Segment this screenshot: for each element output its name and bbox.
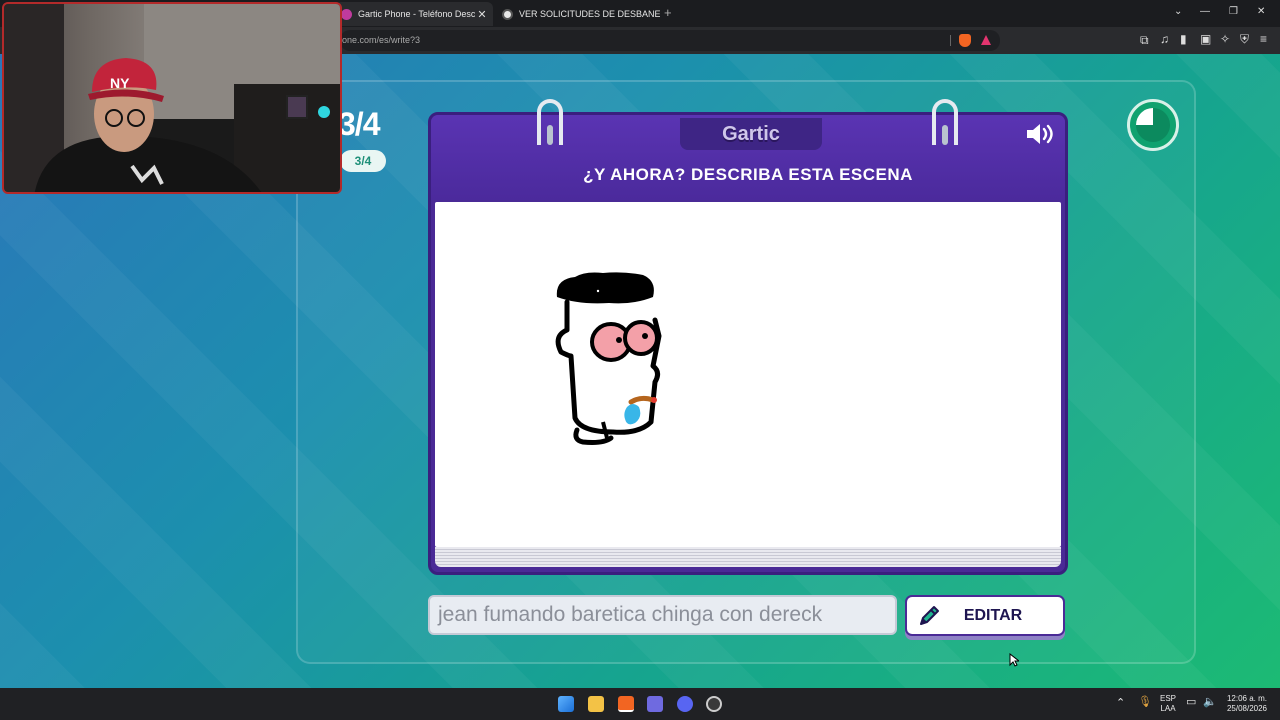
minimize-icon[interactable]: — [1200, 6, 1210, 17]
url-text: one.com/es/write?3 [342, 35, 421, 45]
binder-ring-right-icon [932, 99, 958, 145]
windows-start-icon[interactable] [558, 696, 574, 712]
webcam-overlay: NY [2, 2, 342, 194]
wallet-icon[interactable]: ▣ [1200, 32, 1211, 46]
notebook-pages [435, 547, 1061, 567]
volume-icon[interactable]: 🔈 [1203, 697, 1217, 708]
close-tab-icon[interactable]: ✕ [475, 8, 489, 21]
sidebar-icon[interactable]: ▮ [1180, 32, 1187, 46]
gartic-favicon-icon [341, 8, 352, 20]
menu-icon[interactable]: ≡ [1260, 32, 1267, 46]
clock-time: 12:06 a. m. [1226, 694, 1268, 703]
close-window-icon[interactable]: ✕ [1257, 6, 1265, 17]
brave-rewards-icon[interactable] [981, 35, 991, 45]
show-hidden-icons-icon[interactable]: ⌃ [1116, 698, 1125, 709]
obs-icon[interactable] [706, 696, 722, 712]
network-icon[interactable]: ▭ [1186, 697, 1196, 708]
round-pill: 3/4 [340, 150, 386, 172]
chevron-down-icon[interactable]: ⌄ [1174, 6, 1182, 17]
globe-favicon-icon [502, 8, 513, 20]
music-icon[interactable]: ♫ [1160, 32, 1169, 46]
svg-text:NY: NY [110, 75, 130, 91]
url-separator [950, 35, 951, 46]
language-top: ESP [1159, 694, 1176, 703]
new-tab-icon[interactable]: + [664, 5, 672, 20]
card-header: Gartic ¿Y AHORA? DESCRIBA ESTA ESCENA [431, 115, 1065, 200]
round-counter: 3/4 [338, 106, 380, 142]
brave-shield-icon[interactable] [959, 34, 971, 47]
windows-taskbar: ⌃ 🎙 ESP LAA ▭ 🔈 12:06 a. m. 25/08/2026 [0, 688, 1280, 720]
vpn-shield-icon[interactable]: ⛨ [1240, 32, 1249, 47]
scene-card: Gartic ¿Y AHORA? DESCRIBA ESTA ESCENA [428, 99, 1068, 575]
extensions-icon[interactable]: ⧉ [1140, 33, 1149, 48]
description-input[interactable]: jean fumando baretica chinga con dereck [428, 595, 897, 635]
mouse-cursor-icon [1009, 653, 1019, 667]
tab-title: VER SOLICITUDES DE DESBANEO EN [519, 9, 660, 19]
timer-icon [1127, 99, 1179, 151]
drawing-canvas [435, 202, 1061, 547]
language-indicator[interactable]: ESP LAA [1158, 694, 1178, 714]
doodle-drawing [555, 272, 662, 445]
brave-browser-icon[interactable] [618, 696, 634, 712]
sound-icon[interactable] [1025, 123, 1055, 145]
prompt-title: ¿Y AHORA? DESCRIBA ESTA ESCENA [583, 165, 913, 184]
binder-ring-left-icon [537, 99, 563, 145]
clock[interactable]: 12:06 a. m. 25/08/2026 [1220, 694, 1274, 714]
restore-icon[interactable]: ❐ [1229, 6, 1238, 17]
language-bottom: LAA [1160, 704, 1176, 713]
clock-date: 25/08/2026 [1226, 704, 1268, 713]
tab-gartic-phone[interactable]: Gartic Phone - Teléfono Descom ✕ [335, 2, 493, 26]
microphone-icon[interactable]: 🎙 [1138, 697, 1152, 708]
streamer-video: NY [4, 4, 340, 192]
edit-button[interactable]: EDITAR [905, 595, 1065, 636]
url-field[interactable]: one.com/es/write?3 [340, 30, 1000, 51]
tab-desbaneo[interactable]: VER SOLICITUDES DE DESBANEO EN [500, 2, 660, 26]
edit-button-label: EDITAR [963, 606, 1023, 624]
tab-title: Gartic Phone - Teléfono Descom [358, 9, 475, 19]
leo-ai-icon[interactable]: ✧ [1220, 32, 1230, 46]
file-explorer-icon[interactable] [588, 696, 604, 712]
game-controller-icon[interactable] [647, 696, 663, 712]
pencil-icon [920, 605, 939, 625]
discord-icon[interactable] [677, 696, 693, 712]
gartic-logo: Gartic [680, 118, 822, 150]
